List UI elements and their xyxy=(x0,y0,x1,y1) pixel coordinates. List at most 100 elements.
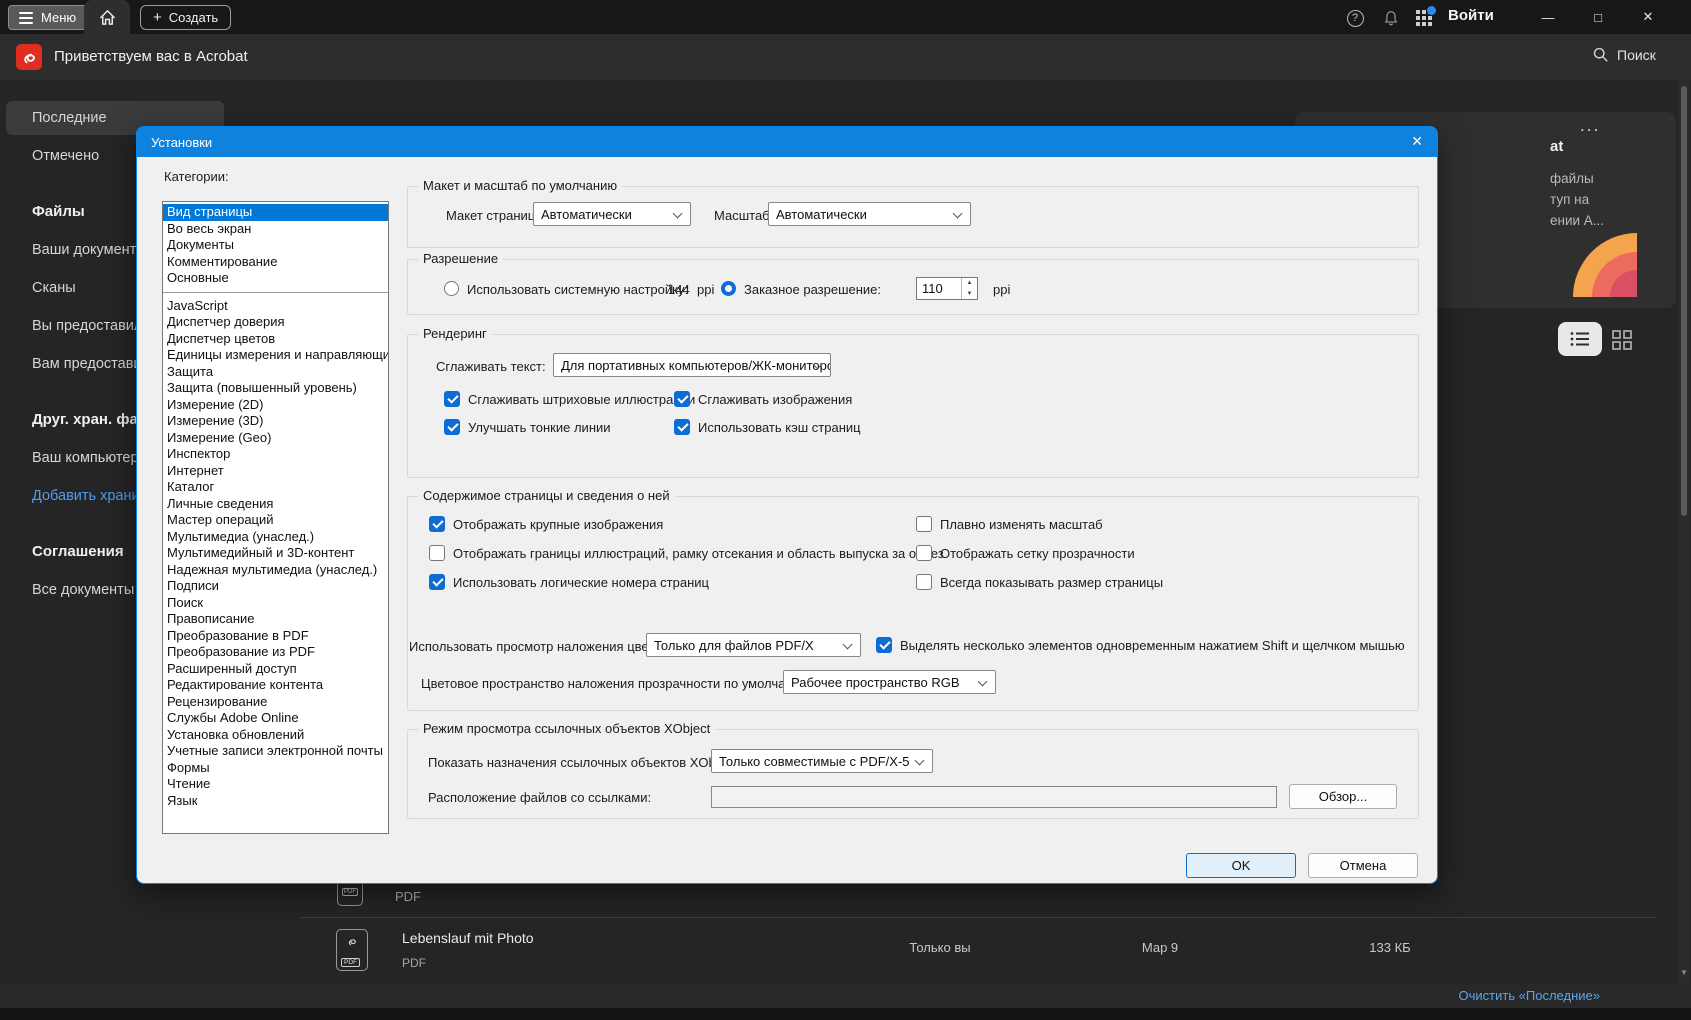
checkbox[interactable]: Отображать сетку прозрачности xyxy=(916,544,1163,562)
category-item[interactable]: Личные сведения xyxy=(163,496,388,513)
category-item[interactable]: Рецензирование xyxy=(163,694,388,711)
category-item[interactable]: Службы Adobe Online xyxy=(163,710,388,727)
help-icon[interactable]: ? xyxy=(1345,8,1365,28)
menu-button[interactable]: Меню xyxy=(8,5,87,30)
checkbox[interactable]: Использовать логические номера страниц xyxy=(429,573,944,591)
xobject-show-select[interactable]: Только совместимые с PDF/X-5 xyxy=(711,749,933,773)
card-text-line: ении А... xyxy=(1550,210,1604,231)
file-date: Мар 9 xyxy=(1110,940,1210,955)
category-item[interactable]: Мастер операций xyxy=(163,512,388,529)
category-item[interactable]: Расширенный доступ xyxy=(163,661,388,678)
ok-button[interactable]: OK xyxy=(1186,853,1296,878)
spinner-down-icon[interactable]: ▼ xyxy=(962,289,977,300)
chevron-down-icon xyxy=(953,209,963,219)
checkbox-label: Отображать сетку прозрачности xyxy=(940,546,1135,561)
overprint-select[interactable]: Только для файлов PDF/X xyxy=(646,633,861,657)
category-item[interactable]: Вид страницы xyxy=(163,204,388,221)
dialog-close-icon[interactable]: ✕ xyxy=(1411,133,1423,150)
file-type-label: PDF xyxy=(395,889,421,904)
card-graphic xyxy=(1573,233,1637,297)
category-item[interactable]: Измерение (2D) xyxy=(163,397,388,414)
sign-in-button[interactable]: Войти xyxy=(1448,7,1494,24)
category-item[interactable]: Мультимедиа (унаслед.) xyxy=(163,529,388,546)
category-item[interactable]: Подписи xyxy=(163,578,388,595)
selected-value: Рабочее пространство RGB xyxy=(791,675,960,690)
cancel-button[interactable]: Отмена xyxy=(1308,853,1418,878)
checkbox[interactable]: Улучшать тонкие линии xyxy=(444,418,695,436)
category-item[interactable]: Установка обновлений xyxy=(163,727,388,744)
scrollbar-down-arrow-icon[interactable]: ▼ xyxy=(1680,968,1688,977)
smooth-text-select[interactable]: Для портативных компьютеров/ЖК-мониторов xyxy=(553,353,831,377)
category-item[interactable]: Чтение xyxy=(163,776,388,793)
category-item[interactable]: Измерение (Geo) xyxy=(163,430,388,447)
category-item[interactable]: Диспетчер цветов xyxy=(163,331,388,348)
list-view-toggle[interactable] xyxy=(1558,322,1602,356)
checkbox[interactable]: Всегда показывать размер страницы xyxy=(916,573,1163,591)
category-item[interactable]: Защита (повышенный уровень) xyxy=(163,380,388,397)
search-button[interactable]: Поиск xyxy=(1592,46,1656,63)
checkbox[interactable]: Плавно изменять масштаб xyxy=(916,515,1163,533)
checkbox-box xyxy=(429,574,445,590)
menu-label: Меню xyxy=(41,10,76,25)
scrollbar-thumb[interactable] xyxy=(1681,86,1687,516)
location-input[interactable] xyxy=(711,786,1277,808)
acrobat-logo-icon xyxy=(16,44,42,70)
category-item[interactable]: Поиск xyxy=(163,595,388,612)
category-item[interactable]: Интернет xyxy=(163,463,388,480)
checkbox[interactable]: Сглаживать штриховые иллюстрации xyxy=(444,390,695,408)
create-button[interactable]: + Создать xyxy=(140,5,231,30)
scrollbar[interactable]: ▼ xyxy=(1679,80,1689,1020)
shift-select-checkbox[interactable]: Выделять несколько элементов одновременн… xyxy=(876,636,1405,654)
list-view-icon xyxy=(1570,331,1590,347)
spinner-up-icon[interactable]: ▲ xyxy=(962,278,977,289)
zoom-select[interactable]: Автоматически xyxy=(768,202,971,226)
home-tab[interactable] xyxy=(84,0,130,34)
dialog-titlebar[interactable]: Установки ✕ xyxy=(137,127,1437,157)
category-item[interactable]: Учетные записи электронной почты xyxy=(163,743,388,760)
system-resolution-radio[interactable] xyxy=(444,281,459,296)
checkbox[interactable]: Сглаживать изображения xyxy=(674,390,861,408)
category-item[interactable]: Формы xyxy=(163,760,388,777)
page-layout-select[interactable]: Автоматически xyxy=(533,202,691,226)
close-window-button[interactable]: ✕ xyxy=(1625,0,1671,34)
blend-space-select[interactable]: Рабочее пространство RGB xyxy=(783,670,996,694)
category-item[interactable]: Правописание xyxy=(163,611,388,628)
category-item[interactable]: Диспетчер доверия xyxy=(163,314,388,331)
category-item[interactable]: Во весь экран xyxy=(163,221,388,238)
category-item[interactable]: Преобразование в PDF xyxy=(163,628,388,645)
browse-button[interactable]: Обзор... xyxy=(1289,784,1397,809)
category-item[interactable]: Надежная мультимедиа (унаслед.) xyxy=(163,562,388,579)
maximize-button[interactable]: □ xyxy=(1575,0,1621,34)
category-item[interactable]: Язык xyxy=(163,793,388,810)
card-text-line: файлы xyxy=(1550,168,1604,189)
category-item[interactable]: Каталог xyxy=(163,479,388,496)
more-options-icon[interactable]: ... xyxy=(1580,116,1600,136)
search-label: Поиск xyxy=(1617,47,1656,63)
apps-grid-icon[interactable] xyxy=(1414,8,1434,28)
category-item[interactable]: Инспектор xyxy=(163,446,388,463)
checkbox-box xyxy=(674,391,690,407)
category-item[interactable]: Основные xyxy=(163,270,388,287)
grid-view-toggle[interactable] xyxy=(1612,330,1632,350)
category-item[interactable]: Преобразование из PDF xyxy=(163,644,388,661)
category-item[interactable]: Единицы измерения и направляющие xyxy=(163,347,388,364)
category-item[interactable]: Защита xyxy=(163,364,388,381)
checkbox[interactable]: Использовать кэш страниц xyxy=(674,418,861,436)
custom-resolution-spinner[interactable]: 110 ▲ ▼ xyxy=(916,277,978,300)
custom-resolution-radio[interactable] xyxy=(721,281,736,296)
checkbox[interactable]: Отображать крупные изображения xyxy=(429,515,944,533)
category-item[interactable]: Комментирование xyxy=(163,254,388,271)
category-item[interactable]: Документы xyxy=(163,237,388,254)
checkbox-label: Отображать крупные изображения xyxy=(453,517,663,532)
minimize-button[interactable]: — xyxy=(1525,0,1571,34)
file-name[interactable]: Lebenslauf mit Photo xyxy=(402,930,534,946)
checkbox[interactable]: Отображать границы иллюстраций, рамку от… xyxy=(429,544,944,562)
notifications-bell-icon[interactable] xyxy=(1381,8,1401,28)
category-item[interactable]: Измерение (3D) xyxy=(163,413,388,430)
selected-value: Автоматически xyxy=(776,207,867,222)
category-item[interactable]: Редактирование контента xyxy=(163,677,388,694)
category-item[interactable]: JavaScript xyxy=(163,298,388,315)
checkbox-box xyxy=(916,516,932,532)
clear-recent-link[interactable]: Очистить «Последние» xyxy=(1360,988,1600,1003)
category-item[interactable]: Мультимедийный и 3D-контент xyxy=(163,545,388,562)
